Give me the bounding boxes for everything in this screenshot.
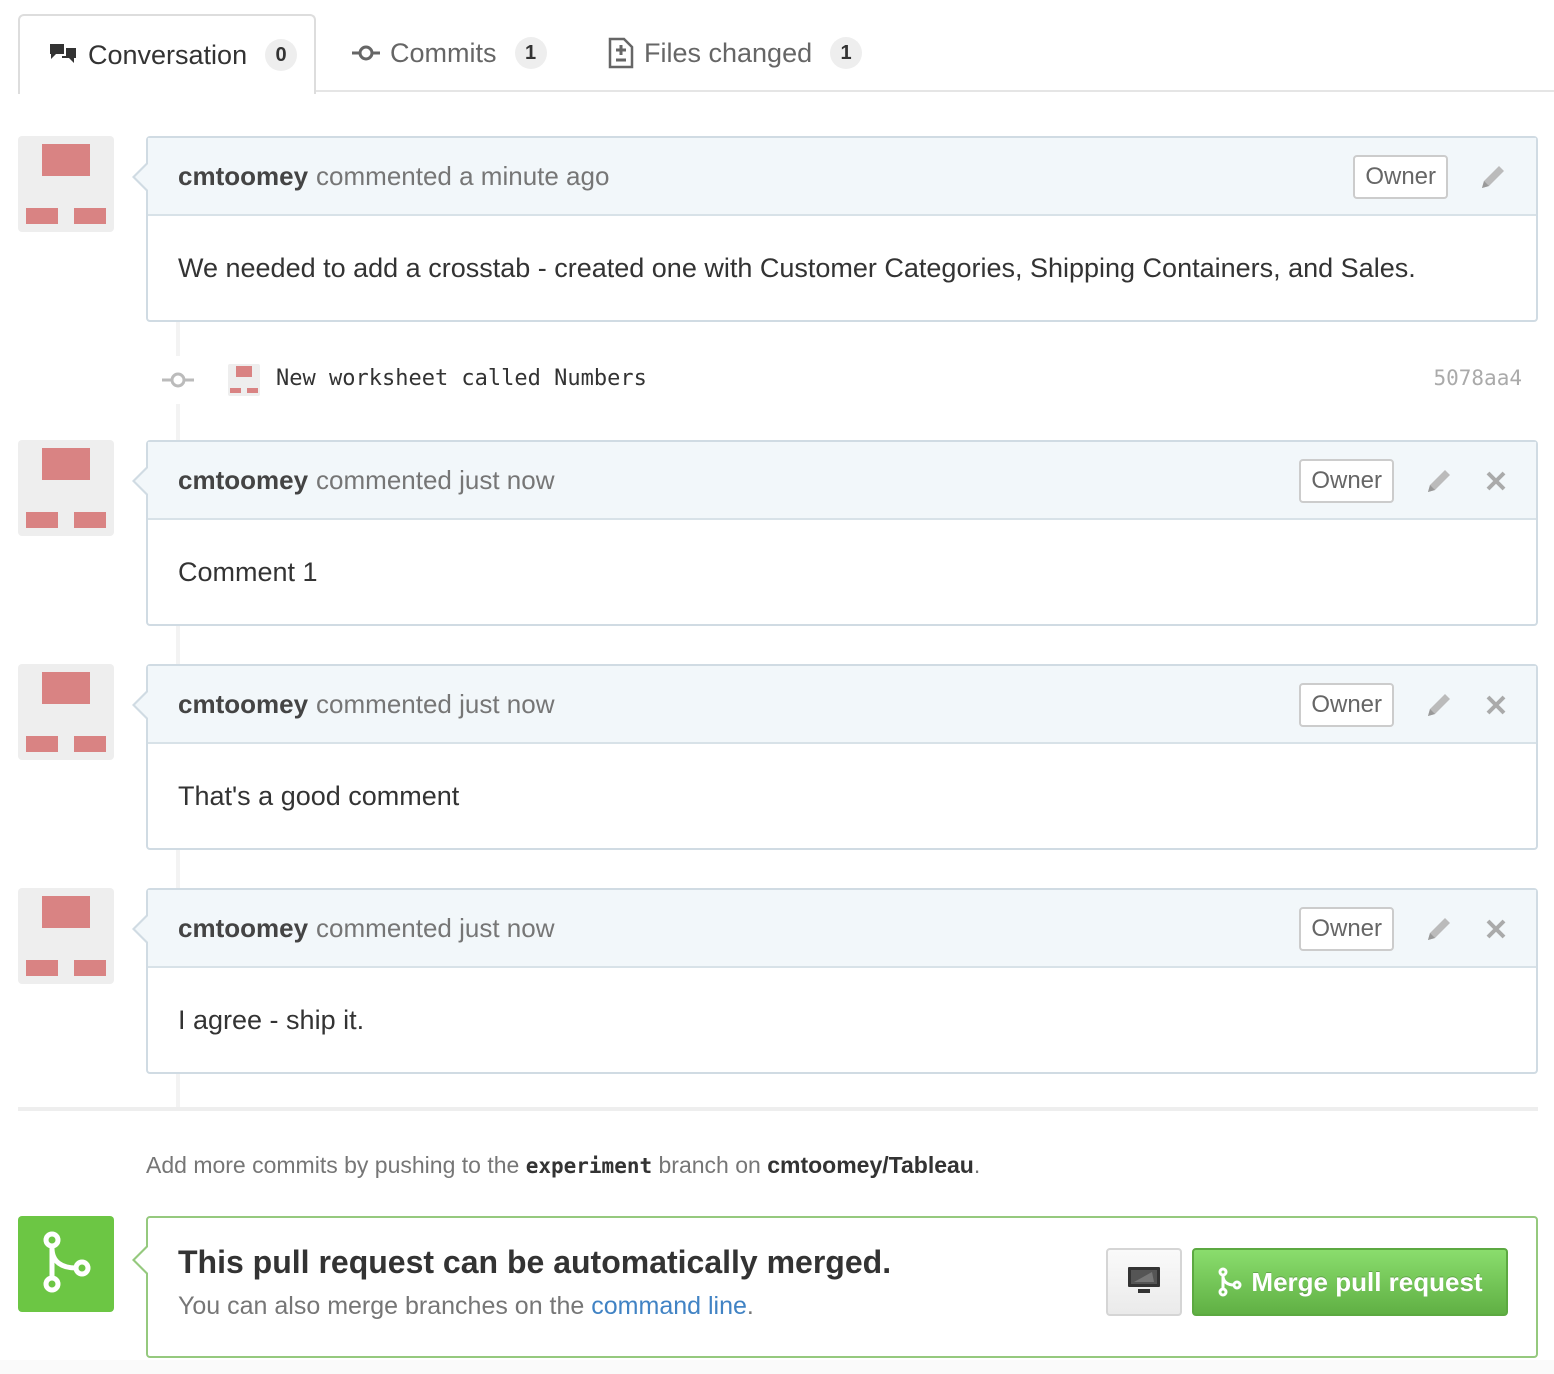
git-merge-icon xyxy=(1217,1267,1243,1297)
close-icon[interactable] xyxy=(1484,917,1508,941)
comment-body: That's a good comment xyxy=(178,780,460,811)
comment-body: We needed to add a crosstab - created on… xyxy=(178,252,1416,283)
timeline-line xyxy=(176,1074,180,1108)
tab-files-changed[interactable]: Files changed 1 xyxy=(608,14,863,92)
comment: cmtoomey commented just now Owner Commen… xyxy=(132,440,1538,626)
comment-timestamp: commented a minute ago xyxy=(316,160,610,191)
merge-title: This pull request can be automatically m… xyxy=(178,1244,892,1280)
comment-author[interactable]: cmtoomey xyxy=(178,913,308,944)
timeline-line xyxy=(176,626,180,664)
avatar[interactable] xyxy=(18,440,114,536)
owner-badge: Owner xyxy=(1299,459,1394,503)
merge-sub-suffix: . xyxy=(746,1292,754,1320)
merge-subtitle: You can also merge branches on the comma… xyxy=(178,1292,754,1321)
pencil-icon[interactable] xyxy=(1424,690,1454,720)
comment-author[interactable]: cmtoomey xyxy=(178,689,308,720)
desktop-icon xyxy=(1126,1265,1162,1300)
commit-author-avatar[interactable] xyxy=(228,364,260,396)
git-commit-icon xyxy=(162,370,194,395)
timeline-line xyxy=(176,404,180,440)
merge-status-icon-box xyxy=(18,1216,114,1312)
comment-header: cmtoomey commented just now Owner xyxy=(132,442,1536,520)
tab-conversation[interactable]: Conversation 0 xyxy=(18,14,316,94)
comment-actions: Owner xyxy=(1299,890,1508,968)
tab-label: Commits xyxy=(390,37,497,68)
separator xyxy=(18,1107,1538,1111)
repo-name: cmtoomey/Tableau xyxy=(767,1152,974,1178)
close-icon[interactable] xyxy=(1484,469,1508,493)
comment-header: cmtoomey commented just now Owner xyxy=(132,890,1536,968)
timeline-line xyxy=(176,850,180,888)
tab-label: Files changed xyxy=(644,37,813,68)
file-diff-icon xyxy=(608,37,634,69)
comment-actions: Owner xyxy=(1299,442,1508,520)
branch-note-suffix: . xyxy=(973,1152,981,1178)
branch-note: Add more commits by pushing to the exper… xyxy=(146,1152,980,1179)
avatar[interactable] xyxy=(18,888,114,984)
merge-sub-prefix: You can also merge branches on the xyxy=(178,1292,585,1320)
comment-discussion-icon xyxy=(48,42,78,68)
tab-label: Conversation xyxy=(88,39,248,70)
command-line-instructions-button[interactable] xyxy=(1106,1248,1182,1316)
tab-commits[interactable]: Commits 1 xyxy=(352,14,547,92)
commit-sha[interactable]: 5078aa4 xyxy=(1433,366,1522,390)
tab-counter: 1 xyxy=(830,37,863,69)
owner-badge: Owner xyxy=(1353,155,1448,199)
timeline-line xyxy=(176,322,180,356)
owner-badge: Owner xyxy=(1299,683,1394,727)
comment-header: cmtoomey commented just now Owner xyxy=(132,666,1536,744)
comment-author[interactable]: cmtoomey xyxy=(178,161,308,192)
branch-note-middle: branch on xyxy=(658,1152,761,1178)
tab-counter: 1 xyxy=(514,37,547,69)
pull-request-page: Conversation 0 Commits 1 Files changed 1… xyxy=(0,0,1554,1374)
command-line-link[interactable]: command line xyxy=(591,1292,747,1320)
avatar[interactable] xyxy=(18,664,114,760)
git-commit-icon xyxy=(352,43,380,63)
comment-timestamp: commented just now xyxy=(316,464,555,495)
git-merge-icon xyxy=(38,1230,94,1299)
commit-message[interactable]: New worksheet called Numbers xyxy=(276,366,647,391)
comment: cmtoomey commented just now Owner That's… xyxy=(132,664,1538,850)
comment-timestamp: commented just now xyxy=(316,912,555,943)
close-icon[interactable] xyxy=(1484,693,1508,717)
comment: cmtoomey commented just now Owner I agre… xyxy=(132,888,1538,1074)
tab-counter: 0 xyxy=(265,39,298,71)
branch-note-prefix: Add more commits by pushing to the xyxy=(146,1152,520,1178)
merge-pull-request-button[interactable]: Merge pull request xyxy=(1192,1248,1508,1316)
comment-body: I agree - ship it. xyxy=(178,1004,365,1035)
commit-row: New worksheet called Numbers 5078aa4 xyxy=(146,356,1538,404)
avatar[interactable] xyxy=(18,136,114,232)
comment-author[interactable]: cmtoomey xyxy=(178,465,308,496)
owner-badge: Owner xyxy=(1299,907,1394,951)
page-footer-fade xyxy=(0,1360,1554,1374)
comment-timestamp: commented just now xyxy=(316,688,555,719)
comment-actions: Owner xyxy=(1353,138,1508,216)
pencil-icon[interactable] xyxy=(1424,914,1454,944)
comment-actions: Owner xyxy=(1299,666,1508,744)
merge-button-label: Merge pull request xyxy=(1251,1266,1483,1297)
comment-body: Comment 1 xyxy=(178,556,318,587)
merge-box: This pull request can be automatically m… xyxy=(132,1216,1538,1358)
pencil-icon[interactable] xyxy=(1478,162,1508,192)
comment-header: cmtoomey commented a minute ago Owner xyxy=(132,138,1536,216)
comment: cmtoomey commented a minute ago Owner We… xyxy=(132,136,1538,322)
tab-bar: Conversation 0 Commits 1 Files changed 1 xyxy=(18,14,1554,94)
branch-name: experiment xyxy=(525,1154,653,1178)
pencil-icon[interactable] xyxy=(1424,466,1454,496)
